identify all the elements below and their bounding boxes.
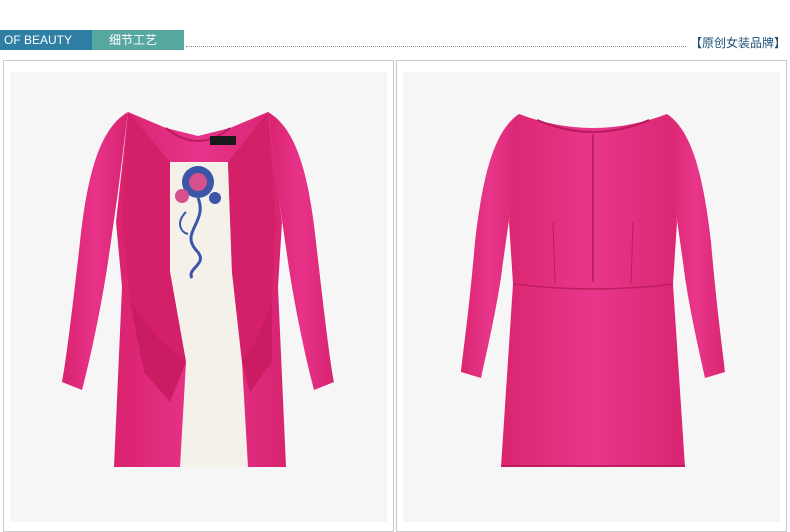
dress-front-view-icon [62, 112, 334, 467]
dotted-divider [186, 46, 686, 47]
dress-back-photo [403, 72, 780, 522]
dress-front-photo [10, 72, 387, 522]
front-photo-panel [3, 60, 394, 532]
brand-tag: OF BEAUTY [0, 30, 92, 50]
back-photo-panel [396, 60, 787, 532]
brand-note: 【原创女装品牌】 [689, 36, 786, 50]
page-header: OF BEAUTY 细节工艺 【原创女装品牌】 [0, 0, 790, 52]
section-tag: 细节工艺 [92, 30, 184, 50]
dress-back-view-icon [461, 114, 725, 467]
